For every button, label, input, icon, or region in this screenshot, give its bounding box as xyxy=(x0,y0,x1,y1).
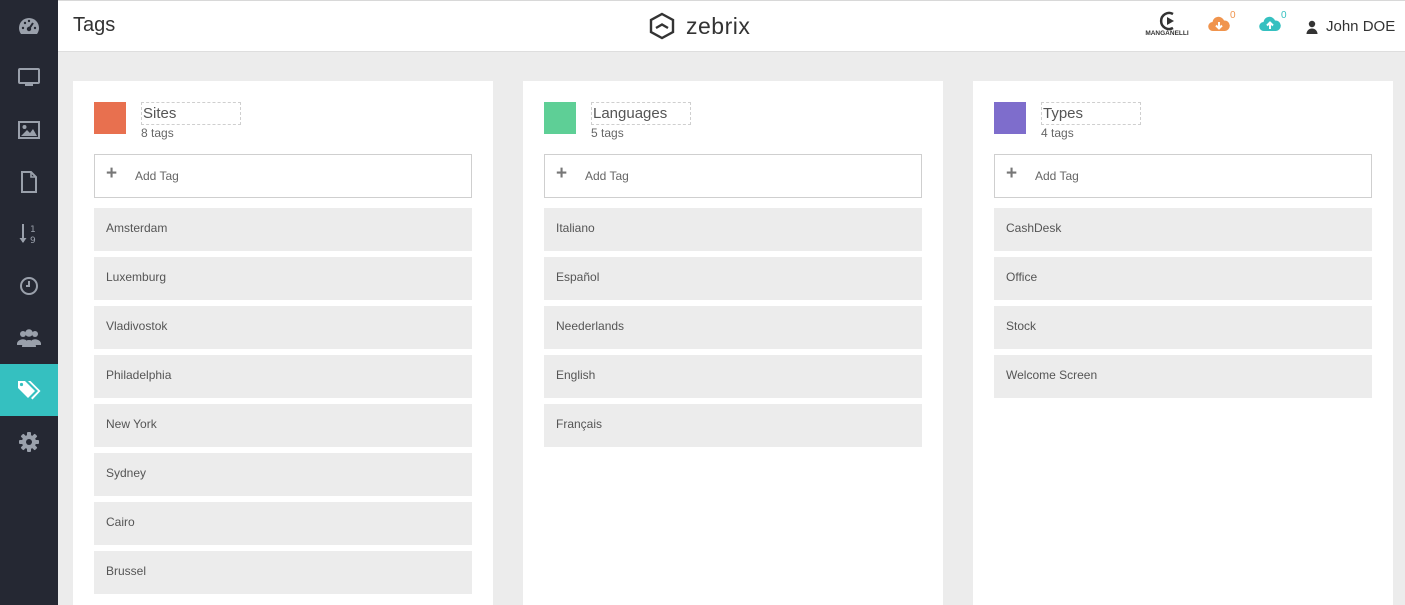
tag-item[interactable]: Amsterdam xyxy=(94,208,472,251)
tag-item[interactable]: Sydney xyxy=(94,453,472,496)
sidebar-item-media[interactable] xyxy=(0,104,58,156)
tag-list: Amsterdam Luxemburg Vladivostok Philadel… xyxy=(94,208,472,600)
group-tag-count: 4 tags xyxy=(1041,126,1074,140)
sidebar-item-users[interactable] xyxy=(0,312,58,364)
tag-item[interactable]: Vladivostok xyxy=(94,306,472,349)
sidebar-item-tags[interactable] xyxy=(0,364,58,416)
sidebar-item-settings[interactable] xyxy=(0,416,58,468)
monitor-icon xyxy=(18,68,40,86)
sidebar-item-screens[interactable] xyxy=(0,52,58,104)
sidebar-item-dashboard[interactable] xyxy=(0,0,58,52)
group-name-field[interactable]: Languages xyxy=(591,102,691,125)
tag-group-languages: Languages 5 tags + Add Tag Italiano Espa… xyxy=(523,81,943,605)
user-icon xyxy=(1306,20,1318,34)
cloud-download-icon xyxy=(1208,16,1230,32)
sort-numeric-icon: 1 9 xyxy=(19,224,36,246)
upload-button[interactable]: 0 xyxy=(1259,10,1289,39)
tag-item[interactable]: Français xyxy=(544,404,922,447)
add-tag-button[interactable]: + Add Tag xyxy=(994,154,1372,198)
download-button[interactable]: 0 xyxy=(1208,10,1238,39)
add-tag-button[interactable]: + Add Tag xyxy=(544,154,922,198)
tag-item[interactable]: English xyxy=(544,355,922,398)
gear-icon xyxy=(19,432,39,452)
sidebar-item-playlists[interactable]: 1 9 xyxy=(0,208,58,260)
sidebar: 1 9 xyxy=(0,0,58,605)
play-logo-icon xyxy=(1159,11,1174,31)
download-count: 0 xyxy=(1230,10,1236,21)
add-tag-label: Add Tag xyxy=(1035,169,1079,183)
zebrix-logo-icon xyxy=(649,12,675,40)
group-tag-count: 5 tags xyxy=(591,126,624,140)
dashboard-icon xyxy=(19,18,39,34)
svg-text:9: 9 xyxy=(30,236,36,246)
partner-logo: MANGANELLI xyxy=(1143,11,1191,43)
add-tag-label: Add Tag xyxy=(135,169,179,183)
plus-icon: + xyxy=(106,163,118,184)
brand-name: zebrix xyxy=(686,12,751,39)
tag-group-sites: Sites 8 tags + Add Tag Amsterdam Luxembu… xyxy=(73,81,493,605)
image-icon xyxy=(18,121,40,139)
cloud-upload-icon xyxy=(1259,16,1281,32)
tags-icon xyxy=(18,381,41,400)
brand: zebrix xyxy=(648,12,750,40)
add-tag-button[interactable]: + Add Tag xyxy=(94,154,472,198)
tag-item[interactable]: Stock xyxy=(994,306,1372,349)
sidebar-item-schedule[interactable] xyxy=(0,260,58,312)
group-tag-count: 8 tags xyxy=(141,126,174,140)
top-header: Tags zebrix MANGANELLI 0 0 John DOE xyxy=(58,0,1405,52)
group-color-swatch[interactable] xyxy=(994,102,1026,134)
tag-item[interactable]: CashDesk xyxy=(994,208,1372,251)
tag-list: CashDesk Office Stock Welcome Screen xyxy=(994,208,1372,404)
svg-text:1: 1 xyxy=(30,225,36,235)
users-icon xyxy=(17,329,41,347)
tag-item[interactable]: Italiano xyxy=(544,208,922,251)
user-name: John DOE xyxy=(1326,18,1396,35)
user-menu[interactable]: John DOE xyxy=(1306,18,1395,35)
partner-logo-text: MANGANELLI xyxy=(1145,30,1189,37)
group-color-swatch[interactable] xyxy=(94,102,126,134)
tag-item[interactable]: Luxemburg xyxy=(94,257,472,300)
group-color-swatch[interactable] xyxy=(544,102,576,134)
group-name-field[interactable]: Types xyxy=(1041,102,1141,125)
plus-icon: + xyxy=(556,163,568,184)
tag-item[interactable]: Philadelphia xyxy=(94,355,472,398)
clock-icon xyxy=(20,277,38,295)
tag-list: Italiano Español Neederlands English Fra… xyxy=(544,208,922,453)
tag-item[interactable]: Brussel xyxy=(94,551,472,594)
tag-item[interactable]: Cairo xyxy=(94,502,472,545)
group-name-field[interactable]: Sites xyxy=(141,102,241,125)
tag-item[interactable]: Office xyxy=(994,257,1372,300)
add-tag-label: Add Tag xyxy=(585,169,629,183)
tag-group-types: Types 4 tags + Add Tag CashDesk Office S… xyxy=(973,81,1393,605)
tag-item[interactable]: Español xyxy=(544,257,922,300)
upload-count: 0 xyxy=(1281,10,1287,21)
tag-item[interactable]: New York xyxy=(94,404,472,447)
sidebar-item-documents[interactable] xyxy=(0,156,58,208)
tag-item[interactable]: Welcome Screen xyxy=(994,355,1372,398)
plus-icon: + xyxy=(1006,163,1018,184)
document-icon xyxy=(21,171,37,193)
tag-item[interactable]: Neederlands xyxy=(544,306,922,349)
page-title: Tags xyxy=(73,14,116,36)
